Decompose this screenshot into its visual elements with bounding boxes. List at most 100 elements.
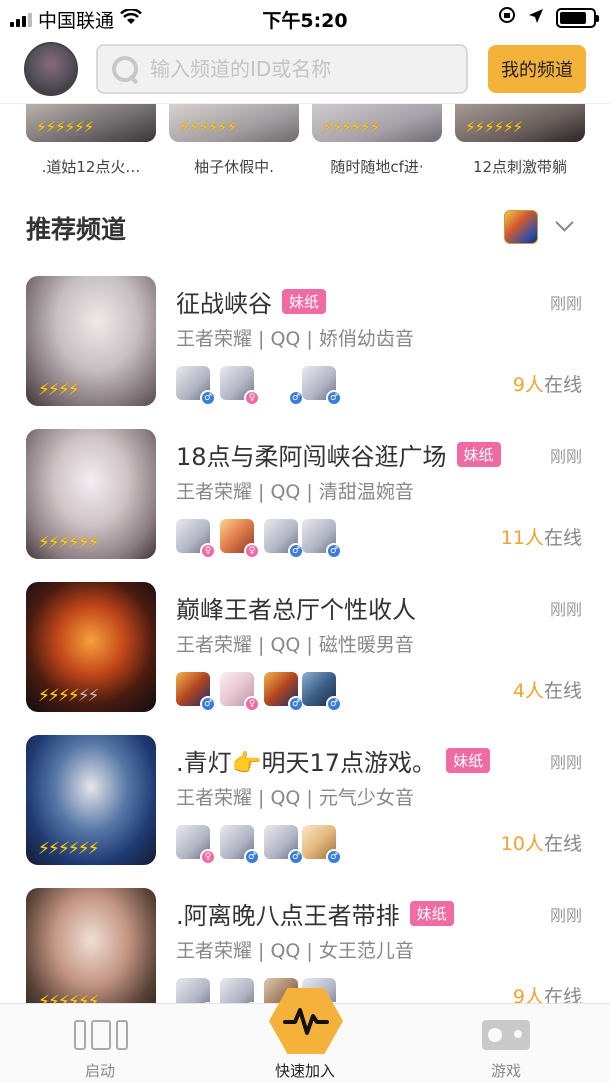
search-input[interactable] xyxy=(150,57,450,81)
member-avatars: ♀ ♂ ♂ ♂ xyxy=(176,825,396,865)
channel-thumbnail: ⚡⚡⚡⚡ xyxy=(26,276,156,406)
member-avatar: ♀ xyxy=(220,519,260,559)
tab-quick-join[interactable]: 快速加入 xyxy=(205,988,405,1083)
user-avatar[interactable] xyxy=(24,42,78,96)
channel-time: 刚刚 xyxy=(549,294,582,313)
member-avatar: ♂ xyxy=(264,366,304,406)
channel-thumbnail: ⚡⚡⚡⚡⚡⚡ xyxy=(26,429,156,559)
member-avatar: ♂ xyxy=(264,519,304,559)
online-count: 10人在线 xyxy=(500,833,582,855)
male-icon: ♂ xyxy=(326,390,342,406)
girl-badge: 妹纸 xyxy=(446,748,491,773)
featured-thumbnail: ⚡⚡⚡⚡⚡⚡ xyxy=(312,104,442,142)
featured-label: 随时随地cf进· xyxy=(330,158,424,176)
bolt-icon: ⚡⚡⚡⚡⚡⚡ xyxy=(465,118,523,136)
status-icons xyxy=(498,6,599,29)
tab-games[interactable]: 游戏 xyxy=(406,1004,606,1083)
featured-carousel: ⚡⚡⚡⚡⚡⚡ .道姑12点火… ⚡⚡⚡⚡⚡⚡ 柚子休假中. ⚡⚡⚡⚡⚡⚡ 随时随… xyxy=(0,104,610,184)
channel-meta: 王者荣耀 | QQ | 女王范儿音 xyxy=(176,940,414,962)
search-box[interactable] xyxy=(96,44,468,94)
featured-label: 柚子休假中. xyxy=(194,158,274,176)
member-avatar: ♂ xyxy=(302,519,342,559)
bolt-icon: ⚡⚡⚡⚡⚡⚡ xyxy=(38,686,100,706)
channel-title: 巅峰王者总厅个性收人 xyxy=(176,596,416,624)
featured-thumbnail: ⚡⚡⚡⚡⚡⚡ xyxy=(26,104,156,142)
featured-item[interactable]: ⚡⚡⚡⚡⚡⚡ .道姑12点火… xyxy=(26,104,156,177)
tab-launch[interactable]: 启动 xyxy=(0,1004,200,1083)
tab-label: 游戏 xyxy=(490,1062,521,1080)
channel-time: 刚刚 xyxy=(549,753,582,772)
member-avatar: ♀ xyxy=(220,672,260,712)
channel-time: 刚刚 xyxy=(549,906,582,925)
channel-row[interactable]: ⚡⚡⚡⚡⚡⚡ 18点与柔阿闯峡谷逛广场 妹纸 刚刚 王者荣耀 | QQ | 清甜温… xyxy=(0,415,610,568)
girl-badge: 妹纸 xyxy=(409,901,454,926)
bolt-icon: ⚡⚡⚡⚡ xyxy=(38,380,80,400)
male-icon: ♂ xyxy=(200,696,216,712)
member-avatar: ♂ xyxy=(264,672,304,712)
channel-title: 征战峡谷 妹纸 xyxy=(176,284,327,319)
featured-item[interactable]: ⚡⚡⚡⚡⚡⚡ 柚子休假中. xyxy=(169,104,299,177)
female-icon: ♀ xyxy=(244,390,260,406)
member-avatar: ♂ xyxy=(302,672,342,712)
member-avatars: ♀ ♀ ♂ ♂ xyxy=(176,519,396,559)
member-avatar: ♀ xyxy=(176,519,216,559)
girl-badge: 妹纸 xyxy=(282,289,327,314)
tab-label: 快速加入 xyxy=(274,1062,335,1080)
male-icon: ♂ xyxy=(244,849,260,865)
channel-title: .阿离晚八点王者带排 妹纸 xyxy=(176,896,454,931)
girl-badge: 妹纸 xyxy=(456,442,501,467)
member-avatar: ♂ xyxy=(302,825,342,865)
channel-time: 刚刚 xyxy=(549,447,582,466)
member-avatar: ♂ xyxy=(264,825,304,865)
female-icon: ♀ xyxy=(200,543,216,559)
launch-icon xyxy=(74,1020,128,1050)
online-count: 4人在线 xyxy=(512,680,582,702)
bolt-icon: ⚡⚡⚡⚡⚡⚡ xyxy=(36,118,94,136)
channel-title: .青灯👉明天17点游戏。 妹纸 xyxy=(176,743,491,778)
bottom-tab-bar: 启动 快速加入 游戏 xyxy=(0,988,610,1083)
channel-row[interactable]: ⚡⚡⚡⚡ 征战峡谷 妹纸 刚刚 王者荣耀 | QQ | 娇俏幼齿音 ♂ ♀ ♂ ♂… xyxy=(0,262,610,415)
male-icon: ♂ xyxy=(326,696,342,712)
section-title: 推荐频道 xyxy=(26,215,127,244)
featured-label: .道姑12点火… xyxy=(41,158,141,176)
channel-row[interactable]: ⚡⚡⚡⚡⚡⚡ 巅峰王者总厅个性收人 刚刚 王者荣耀 | QQ | 磁性暖男音 ♂… xyxy=(0,568,610,721)
female-icon: ♀ xyxy=(200,849,216,865)
channel-meta: 王者荣耀 | QQ | 磁性暖男音 xyxy=(176,634,414,656)
member-avatar: ♂ xyxy=(176,366,216,406)
member-avatar: ♂ xyxy=(176,672,216,712)
online-count: 11人在线 xyxy=(500,527,582,549)
online-count: 9人在线 xyxy=(512,374,582,396)
my-channels-button[interactable]: 我的频道 xyxy=(488,45,586,93)
male-icon: ♂ xyxy=(326,543,342,559)
featured-thumbnail: ⚡⚡⚡⚡⚡⚡ xyxy=(455,104,585,142)
top-header: 我的频道 xyxy=(0,34,610,104)
tab-label: 启动 xyxy=(84,1062,115,1080)
battery-fill xyxy=(560,11,587,24)
member-avatar: ♂ xyxy=(302,366,342,406)
gamepad-icon xyxy=(482,1020,530,1050)
featured-item[interactable]: ⚡⚡⚡⚡⚡⚡ 随时随地cf进· xyxy=(312,104,442,177)
search-icon xyxy=(110,54,140,84)
channel-row[interactable]: ⚡⚡⚡⚡⚡⚡ .青灯👉明天17点游戏。 妹纸 刚刚 王者荣耀 | QQ | 元气少… xyxy=(0,721,610,874)
featured-item[interactable]: ⚡⚡⚡⚡⚡⚡ 12点刺激带躺 xyxy=(455,104,585,177)
featured-thumbnail: ⚡⚡⚡⚡⚡⚡ xyxy=(169,104,299,142)
featured-label: 12点刺激带躺 xyxy=(472,158,568,176)
female-icon: ♀ xyxy=(244,696,260,712)
channel-time: 刚刚 xyxy=(549,600,582,619)
member-avatar: ♀ xyxy=(220,366,260,406)
game-filter-icon[interactable] xyxy=(504,210,538,244)
male-icon: ♂ xyxy=(200,390,216,406)
battery-icon xyxy=(556,7,599,28)
status-bar: 中国联通 下午5:20 xyxy=(0,0,610,34)
member-avatars: ♂ ♀ ♂ ♂ xyxy=(176,672,396,712)
channel-thumbnail: ⚡⚡⚡⚡⚡⚡ xyxy=(26,888,156,1018)
channel-meta: 王者荣耀 | QQ | 清甜温婉音 xyxy=(176,481,414,503)
channel-meta: 王者荣耀 | QQ | 娇俏幼齿音 xyxy=(176,328,414,350)
bolt-icon: ⚡⚡⚡⚡⚡⚡ xyxy=(179,118,237,136)
channel-thumbnail: ⚡⚡⚡⚡⚡⚡ xyxy=(26,582,156,712)
member-avatars: ♂ ♀ ♂ ♂ xyxy=(176,366,396,406)
member-avatar: ♂ xyxy=(220,825,260,865)
pulse-icon xyxy=(283,1008,329,1035)
chevron-down-icon[interactable] xyxy=(555,213,574,232)
location-icon xyxy=(528,7,544,29)
